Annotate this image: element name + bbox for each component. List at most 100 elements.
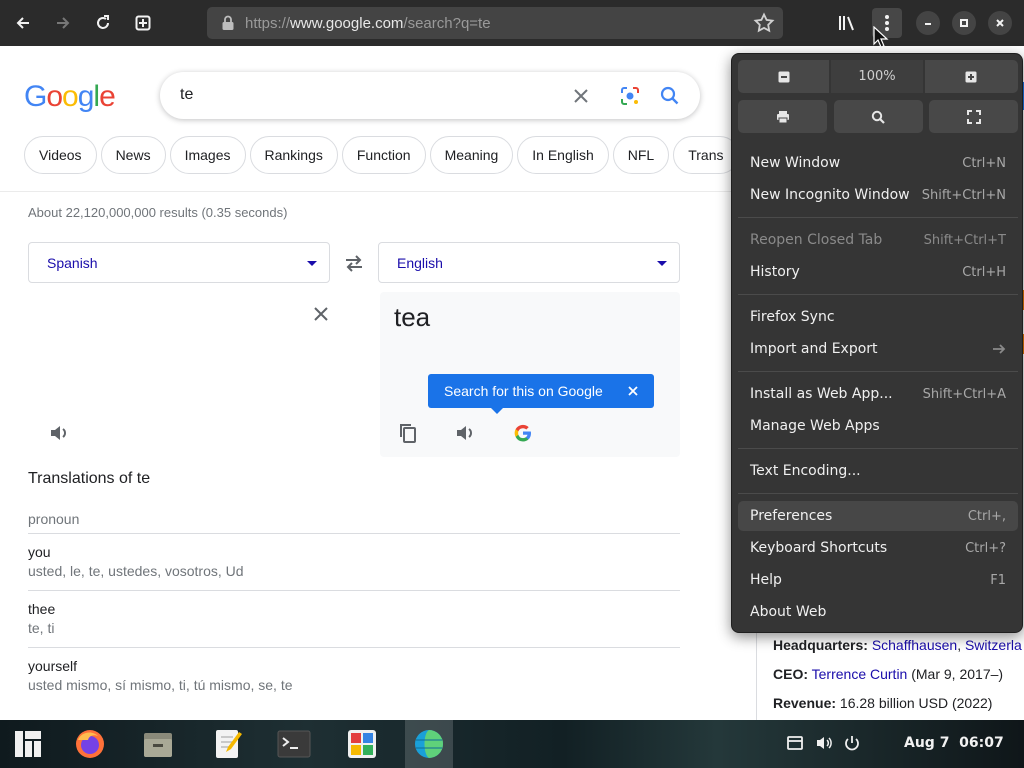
google-logo[interactable]: Google: [24, 80, 116, 114]
taskbar-app-software[interactable]: [342, 724, 382, 764]
google-g-icon[interactable]: [512, 422, 534, 444]
browser-main-menu: 100% New Window Ctrl+N New Incognito Wind…: [731, 53, 1023, 633]
menu-separator: [738, 217, 1018, 218]
translation-synonyms: te, ti: [28, 620, 55, 636]
search-box[interactable]: te: [160, 72, 700, 119]
close-tooltip-icon[interactable]: [628, 386, 638, 396]
taskbar-app-terminal[interactable]: [274, 724, 314, 764]
app-menu-button[interactable]: [8, 724, 48, 764]
taskbar-app-web-browser[interactable]: [405, 720, 453, 768]
table-row: yourself usted mismo, sí mismo, ti, tú m…: [28, 647, 680, 693]
menu-item-reopen-closed-tab: Reopen Closed Tab Shift+Ctrl+T: [750, 232, 1006, 248]
source-text-panel[interactable]: [28, 292, 342, 457]
taskbar: Aug 7 06:07: [0, 720, 1024, 768]
fullscreen-icon: [966, 109, 981, 124]
chip-videos[interactable]: Videos: [24, 136, 97, 174]
arrow-left-icon: [16, 17, 29, 29]
forward-button[interactable]: [48, 8, 78, 38]
power-icon[interactable]: [843, 734, 861, 752]
manjaro-logo-icon: [15, 731, 41, 757]
chip-nfl[interactable]: NFL: [612, 136, 670, 174]
target-language-select[interactable]: English: [378, 242, 680, 283]
translation-synonyms: usted mismo, sí mismo, ti, tú mismo, se,…: [28, 677, 293, 693]
chip-rankings[interactable]: Rankings: [249, 136, 338, 174]
clock[interactable]: Aug 7 06:07: [904, 735, 1004, 751]
caret-down-icon: [307, 261, 317, 266]
search-icon[interactable]: [660, 86, 680, 106]
maximize-button[interactable]: [952, 11, 976, 35]
browser-toolbar: https://www.google.com/search?q=te: [0, 0, 1024, 48]
clear-search-icon[interactable]: [572, 87, 590, 105]
find-button[interactable]: [833, 100, 923, 133]
speaker-icon[interactable]: [454, 422, 476, 444]
header-divider: [0, 191, 760, 192]
close-window-button[interactable]: [988, 11, 1012, 35]
arrow-right-icon: [57, 17, 70, 29]
menu-item-history[interactable]: History Ctrl+H: [738, 257, 1018, 287]
taskbar-app-text-editor[interactable]: [208, 724, 248, 764]
back-button[interactable]: [8, 8, 38, 38]
mouse-cursor-icon: [873, 26, 889, 48]
menu-item-import-export[interactable]: Import and Export: [738, 334, 1018, 364]
menu-item-new-window[interactable]: New Window Ctrl+N: [738, 148, 1018, 178]
new-tab-icon: [135, 15, 151, 31]
menu-item-firefox-sync[interactable]: Firefox Sync: [738, 302, 1018, 332]
lock-icon: [222, 15, 234, 30]
volume-icon[interactable]: [815, 734, 833, 752]
kp-revenue: Revenue: 16.28 billion USD (2022): [773, 695, 993, 711]
menu-separator: [738, 294, 1018, 295]
lens-camera-icon[interactable]: [619, 85, 641, 107]
clear-source-icon[interactable]: [312, 305, 330, 323]
printer-icon: [776, 110, 789, 123]
copy-icon[interactable]: [398, 422, 418, 444]
translation-word: yourself: [28, 658, 78, 674]
library-button[interactable]: [832, 8, 862, 38]
search-filter-chips: Videos News Images Rankings Function Meaning I…: [24, 136, 734, 174]
print-button[interactable]: [738, 100, 827, 133]
translation-synonyms: usted, le, te, ustedes, vosotros, Ud: [28, 563, 244, 579]
zoom-controls: 100%: [738, 60, 1019, 93]
taskbar-app-files[interactable]: [138, 724, 178, 764]
star-icon[interactable]: [753, 12, 775, 34]
menu-item-about-web[interactable]: About Web: [738, 597, 1018, 627]
menu-item-keyboard-shortcuts[interactable]: Keyboard Shortcuts Ctrl+?: [738, 533, 1018, 563]
speaker-icon[interactable]: [48, 422, 70, 444]
search-input[interactable]: te: [180, 86, 193, 104]
plus-icon: [965, 71, 977, 82]
chip-meaning[interactable]: Meaning: [429, 136, 514, 174]
minimize-button[interactable]: [916, 11, 940, 35]
zoom-out-button[interactable]: [738, 60, 830, 93]
reload-button[interactable]: [88, 8, 118, 38]
menu-item-new-incognito-window[interactable]: New Incognito Window Shift+Ctrl+N: [738, 180, 1018, 210]
source-language-select[interactable]: Spanish: [28, 242, 330, 283]
url-bar[interactable]: https://www.google.com/search?q=te: [207, 7, 783, 39]
url-text: https://www.google.com/search?q=te: [245, 14, 491, 32]
chip-images[interactable]: Images: [169, 136, 246, 174]
taskbar-app-firefox[interactable]: [70, 724, 110, 764]
chip-in-english[interactable]: In English: [517, 136, 609, 174]
target-language-label: English: [397, 255, 443, 271]
menu-item-text-encoding[interactable]: Text Encoding...: [738, 456, 1018, 486]
menu-separator: [738, 371, 1018, 372]
new-tab-button[interactable]: [128, 8, 158, 38]
chip-trans[interactable]: Trans: [673, 136, 734, 174]
zoom-in-button[interactable]: [924, 60, 1019, 93]
file-manager-icon: [144, 733, 172, 757]
fullscreen-button[interactable]: [929, 100, 1018, 133]
menu-item-manage-web-apps[interactable]: Manage Web Apps: [738, 411, 1018, 441]
maximize-icon: [960, 19, 968, 27]
menu-item-preferences[interactable]: Preferences Ctrl+,: [738, 501, 1018, 531]
zoom-level[interactable]: 100%: [831, 60, 923, 93]
arrow-right-icon: [993, 344, 1006, 354]
close-icon: [996, 19, 1004, 27]
search-on-google-tooltip[interactable]: Search for this on Google: [428, 374, 654, 408]
chip-function[interactable]: Function: [341, 136, 426, 174]
kp-headquarters: Headquarters: Schaffhausen, Switzerla: [773, 637, 1022, 653]
menu-item-help[interactable]: Help F1: [738, 565, 1018, 595]
kp-ceo: CEO: Terrence Curtin (Mar 9, 2017–): [773, 666, 1004, 682]
terminal-icon: [277, 730, 311, 758]
chip-news[interactable]: News: [100, 136, 166, 174]
swap-languages-icon[interactable]: [343, 252, 365, 274]
clipboard-tray-icon[interactable]: [786, 734, 804, 752]
menu-item-install-web-app[interactable]: Install as Web App... Shift+Ctrl+A: [738, 379, 1018, 409]
